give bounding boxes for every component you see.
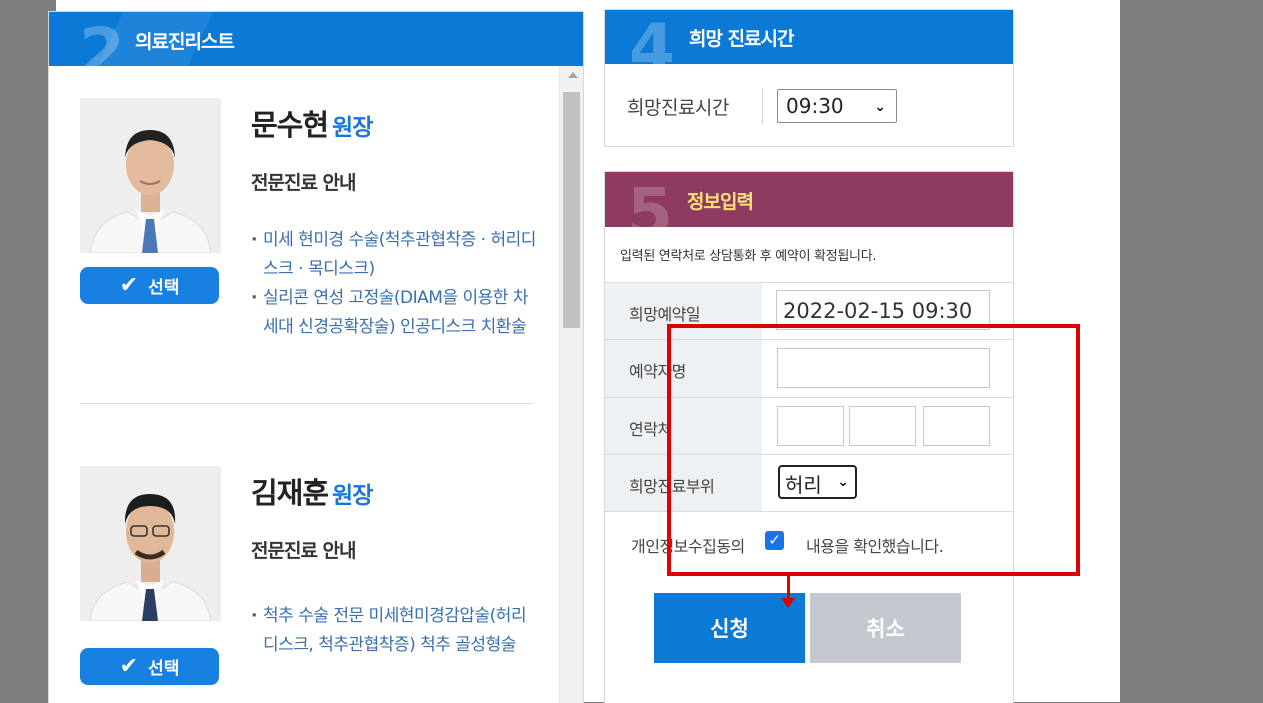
scrollbar[interactable] [559, 66, 583, 703]
select-button-label: 선택 [148, 659, 180, 679]
time-panel-header: 4 희망 진료시간 [605, 10, 1013, 64]
doctor-photo [80, 466, 221, 621]
doctor-photo-image [80, 98, 221, 253]
info-panel-header: 5 정보입력 [605, 172, 1013, 227]
check-icon: ✔ [119, 272, 139, 298]
specialty-item: 실리콘 연성 고정술(DIAM을 이용한 차세대 신경공확장술) 인공디스크 치… [251, 284, 541, 342]
doctor-list-header: 2 의료진리스트 [49, 12, 583, 66]
highlight-arrow-line [787, 572, 790, 600]
select-doctor-button[interactable]: ✔ 선택 [80, 648, 219, 685]
doctor-name: 문수현 원장 [251, 102, 373, 144]
highlight-box [667, 324, 1080, 576]
divider [80, 403, 534, 404]
time-row: 희망진료시간 09:30 ⌄ [605, 64, 1013, 146]
step-number: 2 [79, 14, 125, 67]
date-label: 희망예약일 [629, 305, 701, 324]
time-label: 희망진료시간 [627, 97, 729, 119]
doctor-photo [80, 98, 221, 253]
specialty-item: 척추 수술 전문 미세현미경감압술(허리디스크, 척추관협착증) 척추 골성형술 [251, 602, 541, 660]
time-panel-title: 희망 진료시간 [689, 28, 794, 50]
info-panel-title: 정보입력 [687, 191, 754, 213]
scroll-up-arrow-icon[interactable] [568, 72, 578, 78]
doctor-title: 원장 [332, 115, 373, 141]
specialty-title: 전문진료 안내 [251, 540, 356, 562]
specialty-list: 미세 현미경 수술(척추관협착증 · 허리디스크 · 목디스크) 실리콘 연성 … [251, 226, 541, 342]
doctor-card: ✔ 선택 김재훈원장 전문진료 안내 척추 수술 전문 미세현미경감압술(허리디… [80, 466, 550, 703]
step-number: 5 [627, 174, 673, 228]
notice-text: 입력된 연락처로 상담통화 후 예약이 확정됩니다. [620, 249, 877, 264]
doctor-card: ✔ 선택 문수현원장 전문진료 안내 미세 현미경 수술(척추관협착증 · 허리… [80, 98, 550, 398]
select-doctor-button[interactable]: ✔ 선택 [80, 267, 219, 304]
time-select-value: 09:30 [786, 94, 844, 118]
scrollbar-thumb[interactable] [563, 92, 580, 328]
specialty-list: 척추 수술 전문 미세현미경감압술(허리디스크, 척추관협착증) 척추 골성형술 [251, 602, 541, 660]
doctor-name-text: 김재훈 [251, 476, 329, 510]
doctor-name-text: 문수현 [251, 108, 329, 142]
specialty-item: 미세 현미경 수술(척추관협착증 · 허리디스크 · 목디스크) [251, 226, 541, 284]
time-select[interactable]: 09:30 ⌄ [777, 89, 897, 123]
cancel-button[interactable]: 취소 [810, 593, 961, 663]
specialty-title: 전문진료 안내 [251, 172, 356, 194]
select-button-label: 선택 [148, 278, 180, 298]
arrow-down-icon [781, 598, 795, 608]
separator [762, 88, 763, 124]
time-panel: 4 희망 진료시간 희망진료시간 09:30 ⌄ [604, 9, 1014, 147]
doctor-list-title: 의료진리스트 [135, 31, 235, 53]
doctor-list-panel: 2 의료진리스트 ✔ 선택 문수현원장 전문진료 안내 미세 현 [48, 11, 584, 703]
doctor-photo-image [80, 466, 221, 621]
chevron-down-icon: ⌄ [874, 99, 886, 115]
doctor-name: 김재훈 원장 [251, 470, 373, 512]
doctor-title: 원장 [332, 483, 373, 509]
contact-label: 연락처 [629, 420, 672, 439]
step-number: 4 [629, 10, 675, 65]
check-icon: ✔ [119, 653, 139, 679]
